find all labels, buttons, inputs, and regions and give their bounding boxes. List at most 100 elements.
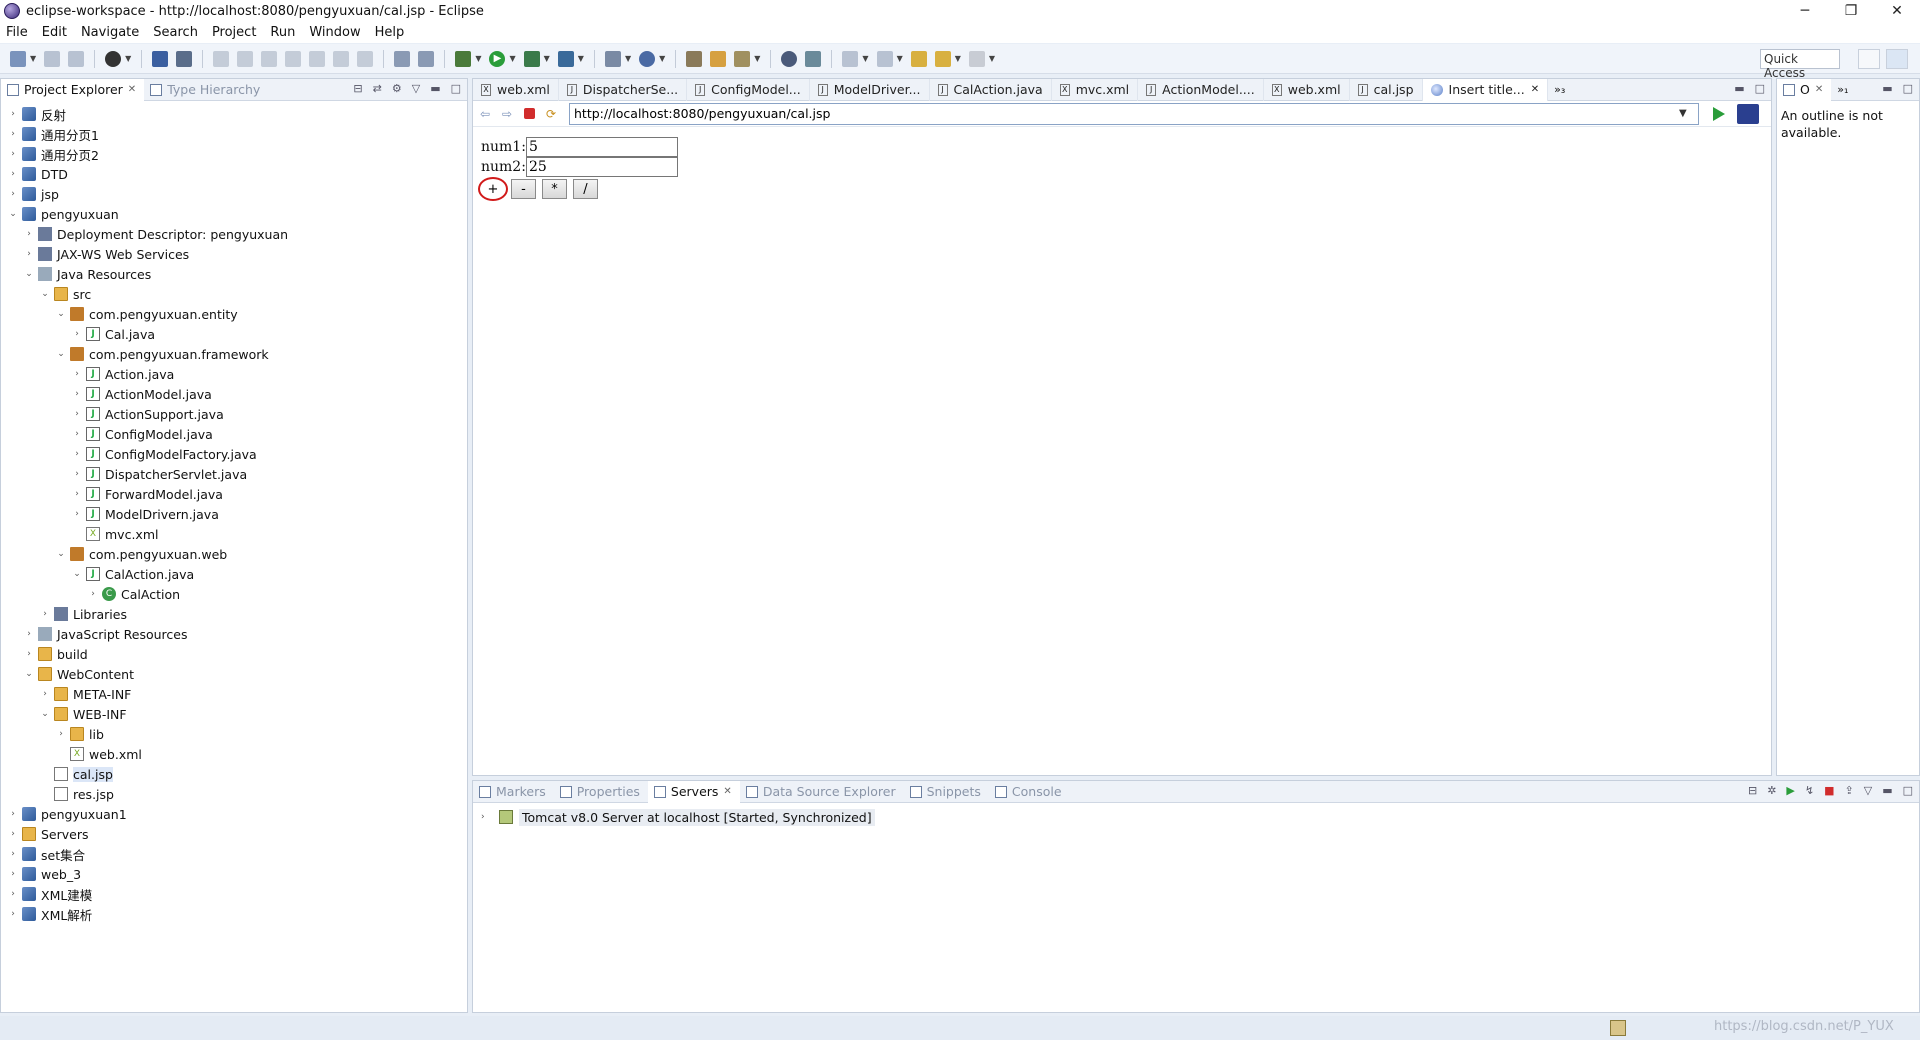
suspend-icon[interactable] (237, 50, 254, 67)
profile-server-icon[interactable]: ↯ (1805, 784, 1814, 797)
add-button[interactable]: + (478, 177, 508, 201)
subtract-button[interactable]: - (511, 179, 536, 199)
tree-item[interactable]: › JavaScript Resources (1, 624, 467, 644)
start-server-icon[interactable]: ▶ (1786, 784, 1794, 797)
tree-item[interactable]: ⌄ Java Resources (1, 264, 467, 284)
link-with-editor-icon[interactable]: ⇄ (373, 82, 382, 95)
chevron-down-icon[interactable]: ⌄ (55, 309, 67, 319)
chevron-right-icon[interactable]: › (71, 449, 83, 459)
chevron-right-icon[interactable]: › (7, 869, 19, 879)
debug-dropdown-icon[interactable]: ▼ (475, 54, 481, 63)
use-step-filters-icon[interactable] (418, 50, 435, 67)
next-annotation-dropdown-icon[interactable]: ▼ (862, 54, 868, 63)
chevron-right-icon[interactable]: › (7, 129, 19, 139)
chevron-down-icon[interactable]: ⌄ (55, 349, 67, 359)
chevron-right-icon[interactable]: › (39, 609, 51, 619)
tree-item[interactable]: ⌄ com.pengyuxuan.entity (1, 304, 467, 324)
browser-stop-icon[interactable] (524, 108, 535, 119)
chevron-right-icon[interactable]: › (87, 589, 99, 599)
editor-tabs-overflow[interactable]: »₃ (1554, 83, 1565, 96)
browser-refresh-icon[interactable]: ⟳ (543, 106, 559, 122)
tree-item[interactable]: › Deployment Descriptor: pengyuxuan (1, 224, 467, 244)
chevron-right-icon[interactable]: › (23, 249, 35, 259)
tree-item[interactable]: › J ActionSupport.java (1, 404, 467, 424)
chevron-right-icon[interactable]: › (71, 329, 83, 339)
menu-search[interactable]: Search (153, 25, 198, 40)
tree-item[interactable]: › J ActionModel.java (1, 384, 467, 404)
chevron-right-icon[interactable]: › (7, 809, 19, 819)
step-over-icon[interactable] (333, 50, 350, 67)
resume-icon[interactable] (213, 50, 230, 67)
terminal-icon[interactable] (152, 50, 169, 67)
open-external-browser-icon[interactable] (1737, 103, 1759, 124)
tree-item[interactable]: › Libraries (1, 604, 467, 624)
chevron-right-icon[interactable]: › (7, 849, 19, 859)
chevron-down-icon[interactable]: ⌄ (23, 269, 35, 279)
bottom-tab[interactable]: Markers (473, 781, 554, 803)
maximize-icon[interactable]: □ (1903, 784, 1913, 797)
view-menu-icon[interactable]: ▽ (1864, 784, 1872, 797)
external-tools-dropdown-icon[interactable]: ▼ (578, 54, 584, 63)
chevron-right-icon[interactable]: › (7, 169, 19, 179)
tab-project-explorer[interactable]: Project Explorer ✕ (1, 78, 145, 101)
drop-to-frame-icon[interactable] (394, 50, 411, 67)
chevron-right-icon[interactable]: › (71, 489, 83, 499)
save-icon[interactable] (44, 50, 61, 67)
chevron-right-icon[interactable]: › (481, 812, 493, 822)
close-icon[interactable]: ✕ (1874, 0, 1920, 22)
editor-tab[interactable]: J ConfigModel... (687, 78, 810, 101)
new-icon[interactable] (10, 50, 26, 67)
last-edit-location-icon[interactable] (910, 50, 927, 67)
chevron-right-icon[interactable]: › (23, 629, 35, 639)
tree-item[interactable]: › J DispatcherServlet.java (1, 464, 467, 484)
chevron-right-icon[interactable]: › (71, 429, 83, 439)
search-icon[interactable] (734, 50, 751, 67)
save-all-icon[interactable] (68, 50, 85, 67)
chevron-right-icon[interactable]: › (23, 229, 35, 239)
close-icon[interactable]: ✕ (1531, 84, 1539, 95)
maximize-icon[interactable]: □ (451, 82, 461, 95)
num1-input[interactable] (525, 137, 678, 157)
tree-item[interactable]: › J Action.java (1, 364, 467, 384)
editor-tab[interactable]: J DispatcherSe... (559, 78, 688, 101)
minimize-icon[interactable]: ▬ (1734, 82, 1744, 95)
browser-forward-icon[interactable]: ⇨ (499, 106, 515, 122)
chevron-down-icon[interactable]: ⌄ (71, 569, 83, 579)
chevron-down-icon[interactable]: ⌄ (23, 669, 35, 679)
toggle-ant-editor-icon[interactable] (805, 50, 822, 67)
tree-item[interactable]: › build (1, 644, 467, 664)
browser-url-input[interactable] (569, 102, 1699, 125)
browser-go-icon[interactable] (1713, 106, 1725, 121)
tree-item[interactable]: › XML建模 (1, 884, 467, 904)
menu-navigate[interactable]: Navigate (81, 25, 139, 40)
previous-annotation-dropdown-icon[interactable]: ▼ (897, 54, 903, 63)
back-icon[interactable] (934, 50, 951, 67)
close-icon[interactable]: ✕ (128, 84, 136, 95)
open-type-icon[interactable] (686, 50, 703, 67)
editor-tab[interactable]: Insert title... ✕ (1422, 78, 1549, 101)
external-tools-icon[interactable] (557, 50, 574, 67)
outline-overflow[interactable]: »₁ (1837, 83, 1848, 96)
tree-item[interactable]: › jsp (1, 184, 467, 204)
maximize-icon[interactable]: □ (1903, 82, 1913, 95)
close-icon[interactable]: ✕ (723, 786, 731, 797)
chevron-right-icon[interactable]: › (71, 409, 83, 419)
coverage-icon[interactable] (523, 50, 540, 67)
profile-icon[interactable] (105, 50, 122, 67)
search-dropdown-icon[interactable]: ▼ (754, 54, 760, 63)
tree-item[interactable]: Xmvc.xml (1, 524, 467, 544)
chevron-right-icon[interactable]: › (7, 149, 19, 159)
chevron-right-icon[interactable]: › (71, 469, 83, 479)
tree-item[interactable]: › 通用分页1 (1, 124, 467, 144)
tree-item[interactable]: ⌄ com.pengyuxuan.web (1, 544, 467, 564)
chevron-right-icon[interactable]: › (7, 189, 19, 199)
tree-item[interactable]: › web_3 (1, 864, 467, 884)
step-into-icon[interactable] (309, 50, 326, 67)
tree-item[interactable]: › lib (1, 724, 467, 744)
browser-back-icon[interactable]: ⇦ (477, 106, 493, 122)
server-item[interactable]: › Tomcat v8.0 Server at localhost [Starte… (481, 807, 1911, 827)
terminate-icon[interactable] (261, 50, 278, 67)
tree-item[interactable]: ⌄ WebContent (1, 664, 467, 684)
chevron-right-icon[interactable]: › (23, 649, 35, 659)
debug-server-icon[interactable]: ✲ (1767, 784, 1776, 797)
